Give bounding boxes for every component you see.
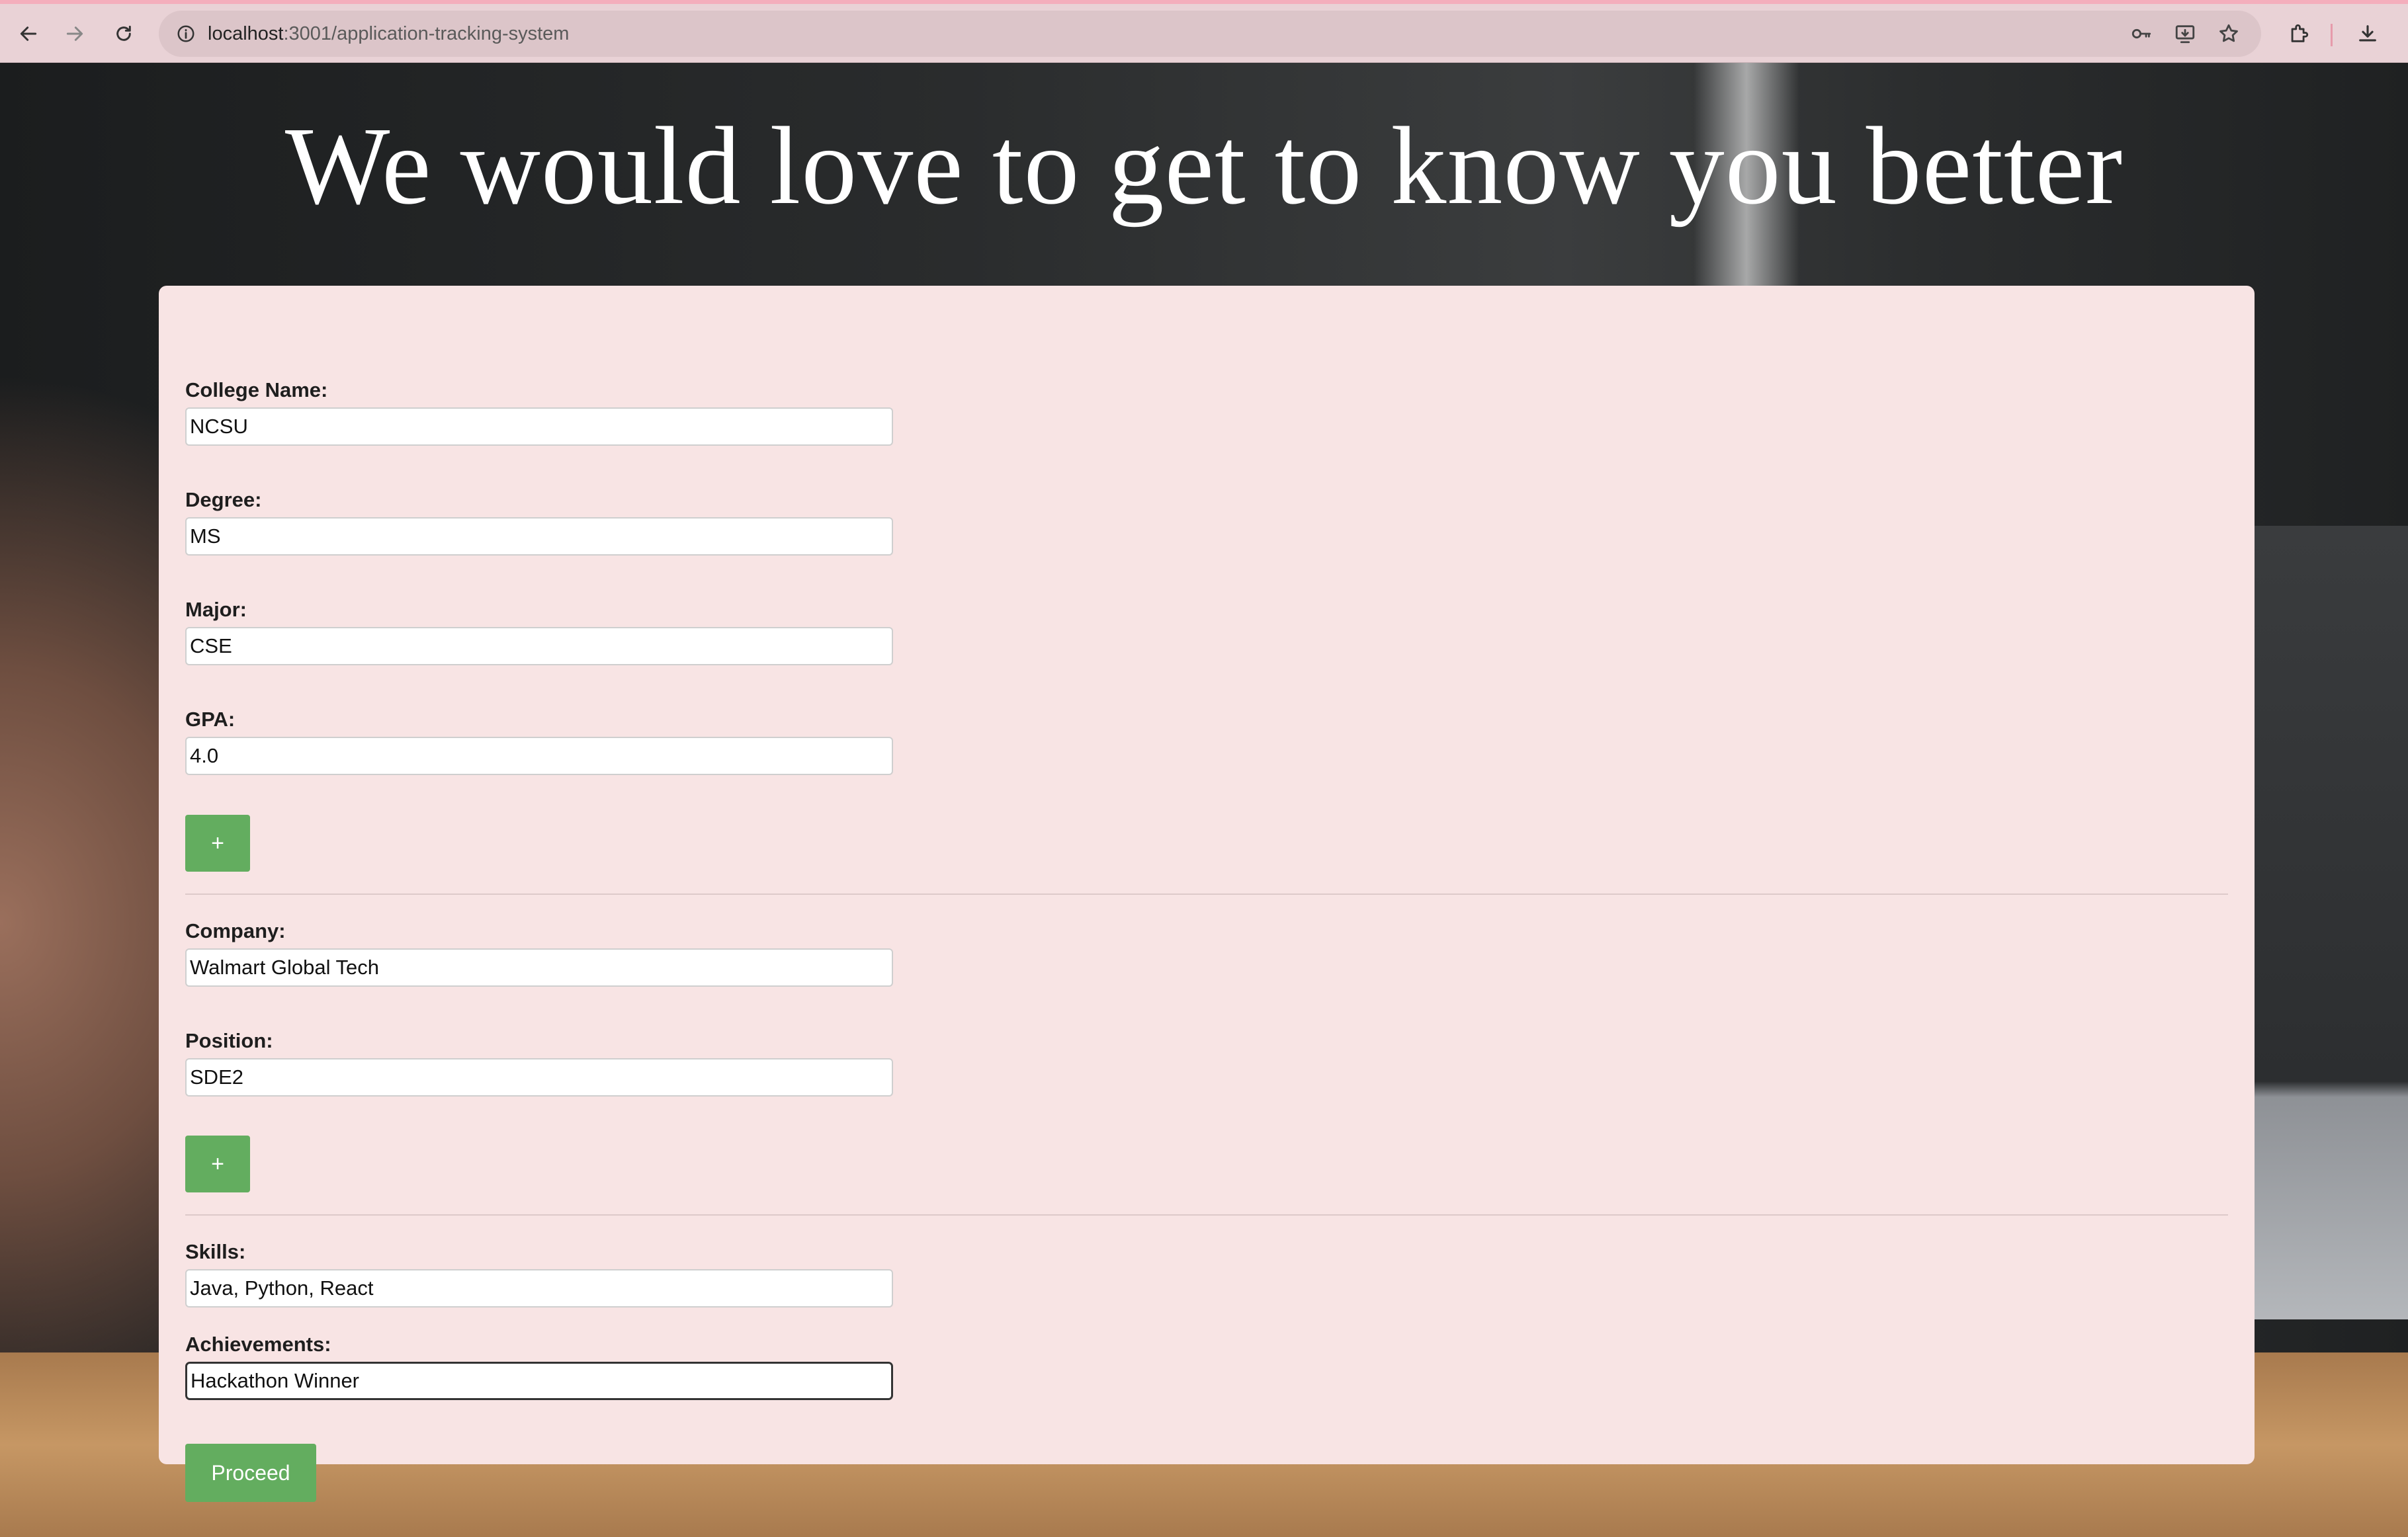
- achievements-field: Achievements:: [185, 1333, 893, 1400]
- company-input[interactable]: [185, 948, 893, 987]
- reload-icon[interactable]: [108, 19, 139, 49]
- profile-form: College Name: Degree: Major: GPA: + Comp…: [159, 286, 2255, 1502]
- url-path: :3001/application-tracking-system: [283, 23, 570, 44]
- gpa-input[interactable]: [185, 737, 893, 775]
- gpa-label: GPA:: [185, 708, 236, 731]
- section-divider: [185, 1214, 2228, 1216]
- install-app-icon[interactable]: [2170, 19, 2200, 49]
- degree-field: Degree:: [185, 488, 893, 556]
- degree-input[interactable]: [185, 517, 893, 556]
- page-title: We would love to get to know you better: [284, 104, 2124, 228]
- back-arrow-icon[interactable]: [13, 19, 44, 49]
- major-label: Major:: [185, 598, 247, 621]
- gpa-field: GPA:: [185, 708, 893, 775]
- skills-input[interactable]: [185, 1269, 893, 1308]
- add-education-button[interactable]: +: [185, 815, 250, 872]
- section-divider: [185, 893, 2228, 895]
- extensions-icon[interactable]: [2284, 19, 2314, 49]
- url-host: localhost: [208, 23, 284, 44]
- achievements-label: Achievements:: [185, 1333, 331, 1356]
- college-input[interactable]: [185, 407, 893, 446]
- major-field: Major:: [185, 598, 893, 665]
- toolbar-separator: [2331, 24, 2333, 46]
- browser-toolbar: localhost:3001/application-tracking-syst…: [0, 0, 2408, 63]
- position-label: Position:: [185, 1029, 273, 1052]
- achievements-input[interactable]: [185, 1362, 893, 1400]
- key-icon[interactable]: [2126, 19, 2157, 49]
- add-experience-button[interactable]: +: [185, 1136, 250, 1192]
- address-bar[interactable]: localhost:3001/application-tracking-syst…: [159, 11, 2261, 57]
- bookmark-star-icon[interactable]: [2214, 19, 2244, 49]
- skills-field: Skills:: [185, 1240, 893, 1308]
- company-label: Company:: [185, 919, 286, 942]
- degree-label: Degree:: [185, 488, 262, 511]
- position-input[interactable]: [185, 1058, 893, 1097]
- proceed-button[interactable]: Proceed: [185, 1444, 316, 1502]
- college-label: College Name:: [185, 378, 328, 401]
- site-info-icon[interactable]: [171, 19, 201, 49]
- forward-arrow-icon[interactable]: [60, 19, 90, 49]
- major-input[interactable]: [185, 627, 893, 665]
- download-icon[interactable]: [2352, 19, 2383, 49]
- company-field: Company:: [185, 919, 893, 987]
- college-field: College Name:: [185, 378, 893, 446]
- page-background: We would love to get to know you better …: [0, 63, 2408, 1537]
- skills-label: Skills:: [185, 1240, 246, 1263]
- url-text[interactable]: localhost:3001/application-tracking-syst…: [208, 11, 569, 57]
- position-field: Position:: [185, 1029, 893, 1097]
